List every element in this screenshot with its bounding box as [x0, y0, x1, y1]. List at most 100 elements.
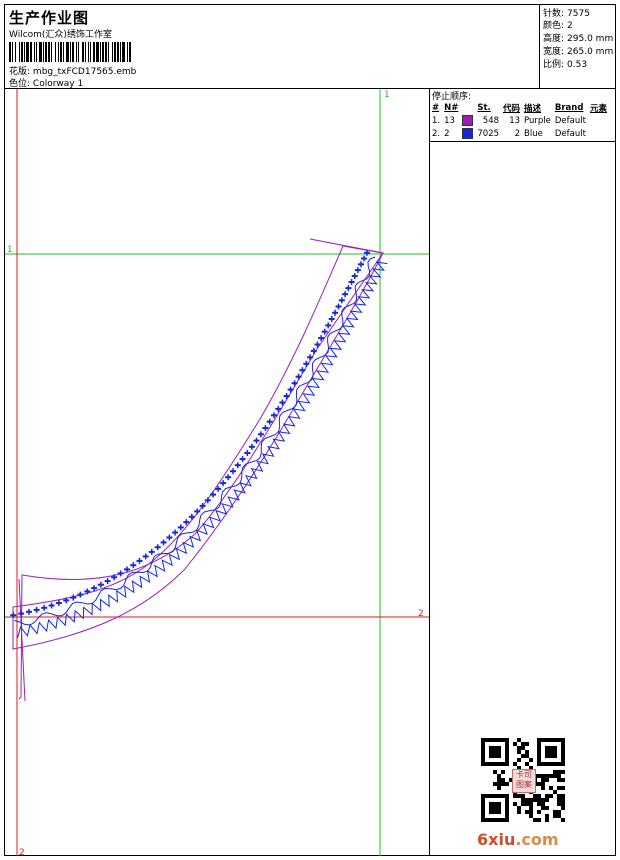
col-header: 描述 — [524, 103, 542, 114]
qr-module — [561, 798, 565, 802]
qr-module — [497, 786, 501, 790]
qr-module — [541, 798, 545, 802]
qr-module — [513, 802, 517, 806]
qr-module — [525, 754, 529, 758]
qr-module — [545, 818, 549, 822]
qr-module — [541, 786, 545, 790]
qr-module — [525, 802, 529, 806]
qr-module — [537, 774, 541, 778]
qr-module — [561, 802, 565, 806]
qr-module — [517, 794, 521, 798]
stop-sequence-table: # N# St. 代码 描述 Brand 元素 1. 13 548 13 Pur… — [430, 101, 609, 140]
stat-height: 高度: 295.0 mm — [543, 34, 614, 44]
table-row: 2. 2 7025 2 Blue Default — [432, 128, 586, 139]
qr-module — [529, 802, 533, 806]
col-header: N# — [444, 102, 459, 113]
table-header-row: # N# St. 代码 描述 Brand 元素 — [430, 101, 609, 114]
panel-divider — [429, 88, 430, 856]
qr-module — [545, 746, 557, 758]
qr-module — [529, 806, 533, 810]
qr-module — [553, 790, 557, 794]
guide-label-h1: 1 — [7, 245, 13, 255]
col-header: 代码 — [503, 103, 521, 114]
qr-module — [553, 770, 557, 774]
qr-module — [561, 786, 565, 790]
qr-module — [557, 774, 561, 778]
qr-module — [541, 778, 545, 782]
qr-module — [517, 750, 521, 754]
col-header: # — [432, 102, 440, 113]
qr-module — [561, 770, 565, 774]
guide-label-h2: 2 — [418, 609, 424, 619]
qr-module — [541, 774, 545, 778]
qr-module — [529, 798, 533, 802]
qr-module — [541, 782, 545, 786]
collar-outer-outline — [18, 238, 384, 700]
qr-module — [533, 798, 537, 802]
qr-module — [557, 794, 561, 798]
guide-label-v1: 1 — [384, 90, 390, 100]
qr-module — [541, 802, 545, 806]
qr-module — [545, 778, 549, 782]
barcode — [9, 42, 217, 62]
qr-module — [525, 762, 529, 766]
qr-module — [517, 758, 521, 762]
qr-module — [553, 814, 557, 818]
stat-width: 宽度: 265.0 mm — [543, 47, 614, 57]
qr-module — [537, 782, 541, 786]
qr-module — [549, 794, 553, 798]
qr-module — [557, 778, 561, 782]
stats-box: 针数: 7575 颜色: 2 高度: 295.0 mm 宽度: 265.0 mm 比例:… — [539, 5, 617, 89]
qr-module — [497, 774, 501, 778]
table-row: 1. 13 548 13 Purple Default — [432, 115, 586, 126]
qr-module — [517, 806, 521, 810]
qr-module — [517, 746, 521, 750]
qr-module — [557, 798, 561, 802]
qr-module — [549, 774, 553, 778]
qr-module — [553, 774, 557, 778]
qr-module — [517, 810, 521, 814]
qr-module — [545, 794, 549, 798]
embroidery-design-canvas: 1 1 2 2 — [5, 89, 429, 856]
qr-module — [489, 746, 501, 758]
qr-module — [561, 778, 565, 782]
qr-module — [545, 806, 549, 810]
qr-module — [561, 818, 565, 822]
site-logo: 6xiu.com — [477, 830, 559, 849]
stitch-wave — [14, 256, 376, 626]
studio-subtitle: Wilcom(汇众)绣饰工作室 — [9, 30, 112, 40]
color-swatch — [462, 115, 474, 126]
qr-module — [557, 810, 561, 814]
qr-module — [529, 810, 533, 814]
qr-module — [497, 778, 501, 782]
col-header: Brand — [554, 102, 584, 113]
qr-module — [513, 794, 517, 798]
qr-module — [533, 794, 537, 798]
qr-module — [537, 818, 541, 822]
qr-module — [529, 758, 533, 762]
qr-module — [525, 742, 529, 746]
qr-module — [537, 794, 541, 798]
qr-module — [561, 794, 565, 798]
qr-module — [497, 782, 501, 786]
qr-module — [525, 810, 529, 814]
qr-module — [521, 746, 525, 750]
qr-module — [521, 798, 525, 802]
qr-module — [521, 802, 525, 806]
guide-label-v2: 2 — [19, 848, 25, 856]
qr-module — [505, 782, 509, 786]
qr-module — [521, 794, 525, 798]
qr-module — [553, 810, 557, 814]
color-swatch — [462, 128, 474, 139]
seal-stamp: 卡司图案 — [512, 769, 536, 793]
qr-module — [529, 814, 533, 818]
qr-module — [537, 810, 541, 814]
qr-module — [501, 778, 505, 782]
stop-sequence-panel: 停止顺序: # N# St. 代码 描述 Brand 元素 1. 13 548 … — [430, 89, 616, 142]
qr-module — [489, 802, 501, 814]
qr-module — [557, 786, 561, 790]
qr-module — [557, 814, 561, 818]
qr-module — [517, 738, 521, 742]
qr-module — [561, 806, 565, 810]
qr-module — [521, 754, 525, 758]
